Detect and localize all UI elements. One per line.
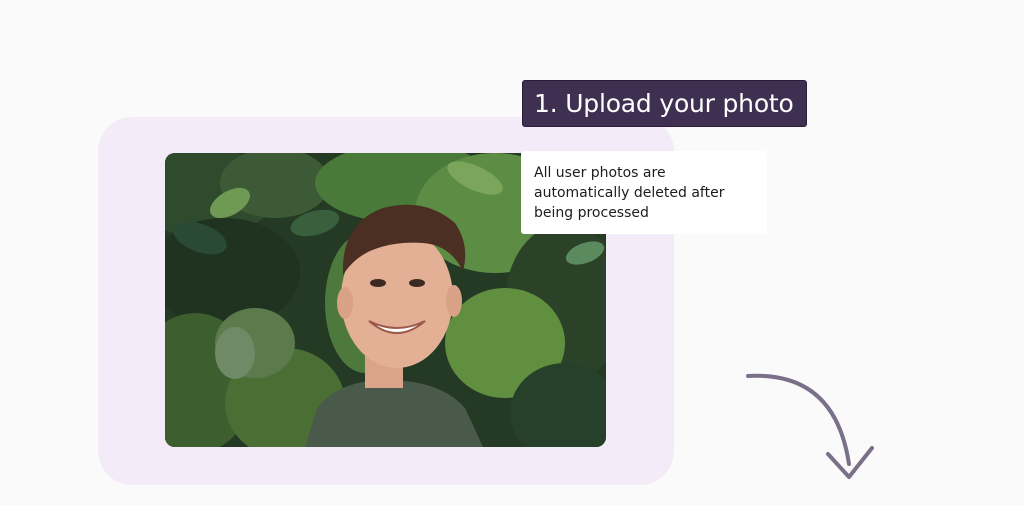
privacy-note: All user photos are automatically delete… xyxy=(521,151,767,234)
step-title: 1. Upload your photo xyxy=(522,80,807,127)
curved-down-arrow-icon xyxy=(746,373,874,479)
privacy-note-line: automatically deleted after xyxy=(534,185,725,201)
privacy-note-line: All user photos are xyxy=(534,165,666,181)
privacy-note-line: being processed xyxy=(534,205,649,221)
